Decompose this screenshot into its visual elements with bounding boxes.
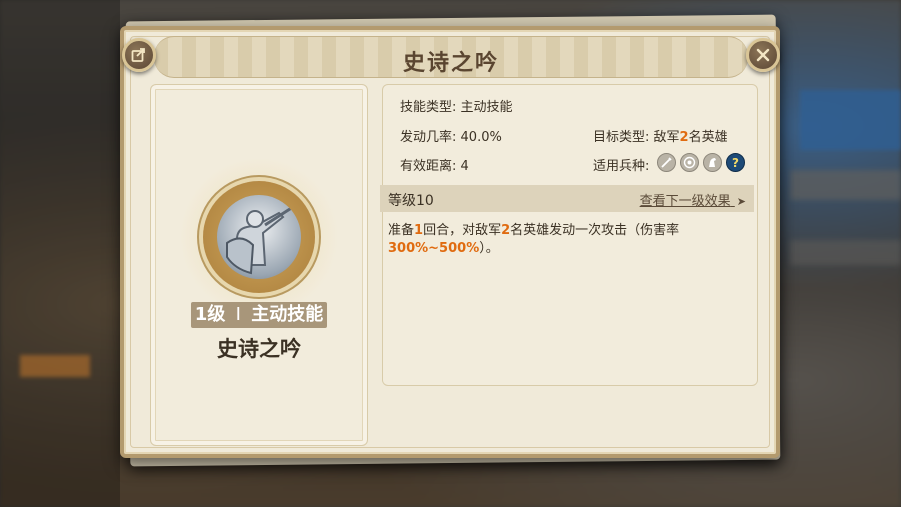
background-side-panel: [0, 0, 120, 507]
range-value: 4: [460, 159, 469, 174]
next-level-link[interactable]: 查看下一级效果 ➤: [640, 190, 746, 209]
troop-types-label: 适用兵种:: [593, 159, 650, 174]
trigger-rate-label: 发动几率:: [400, 130, 457, 145]
target-icon[interactable]: [680, 153, 699, 172]
skill-level-badge: 1级 I 主动技能: [191, 302, 327, 328]
trigger-rate-row: 发动几率: 40.0%: [400, 126, 502, 145]
skill-type-label: 技能类型:: [400, 100, 457, 115]
share-icon: [131, 48, 145, 62]
troop-types-row: 适用兵种:: [593, 155, 649, 174]
background-element: [790, 170, 901, 200]
target-suffix: 名英雄: [688, 130, 728, 145]
target-count: 2: [679, 130, 689, 145]
range-row: 有效距离: 4: [400, 155, 469, 174]
trigger-rate-value: 40.0%: [460, 130, 502, 145]
skill-type-row: 技能类型: 主动技能: [400, 96, 513, 115]
skill-medal: [203, 181, 315, 293]
desc-part3: 名英雄发动一次攻击（伤害率: [510, 223, 680, 238]
close-icon: [756, 48, 770, 62]
close-button[interactable]: [746, 38, 780, 72]
background-blue-button: [800, 90, 901, 150]
target-type-label: 目标类型:: [593, 130, 650, 145]
background-orange-element: [20, 355, 90, 377]
target-prefix: 敌军: [653, 130, 680, 145]
skill-portrait-panel: 1级 I 主动技能 史诗之吟: [150, 84, 368, 446]
troop-icons: ?: [657, 153, 745, 172]
badge-divider: I: [235, 304, 241, 325]
target-type-row: 目标类型: 敌军2名英雄: [593, 126, 728, 145]
desc-part2: 回合，对敌军: [423, 223, 502, 238]
question-icon[interactable]: ?: [726, 153, 745, 172]
skill-type-short: 主动技能: [251, 304, 324, 325]
level-label: 等级10: [388, 193, 434, 209]
arrow-right-icon: ➤: [736, 195, 746, 208]
skill-level: 1级: [194, 304, 226, 325]
level-bar: 等级10 查看下一级效果 ➤: [380, 185, 754, 212]
horse-icon[interactable]: [703, 153, 722, 172]
desc-part4: ）。: [479, 241, 499, 256]
sword-icon[interactable]: [657, 153, 676, 172]
desc-rounds: 1: [414, 223, 424, 238]
background-element: [790, 240, 901, 265]
desc-damage: 300%~500%: [388, 241, 480, 256]
next-level-text: 查看下一级效果: [639, 194, 731, 209]
title-band: 史诗之吟: [154, 36, 748, 78]
skill-type-value: 主动技能: [460, 100, 513, 115]
desc-targets: 2: [501, 223, 511, 238]
range-label: 有效距离:: [400, 159, 457, 174]
dialog-title: 史诗之吟: [402, 51, 499, 76]
desc-part1: 准备: [388, 223, 415, 238]
skill-description: 准备1回合，对敌军2名英雄发动一次攻击（伤害率 300%~500%）。: [388, 222, 738, 258]
warrior-shield-icon: [217, 195, 301, 279]
share-button[interactable]: [122, 38, 156, 72]
skill-name: 史诗之吟: [217, 337, 301, 361]
